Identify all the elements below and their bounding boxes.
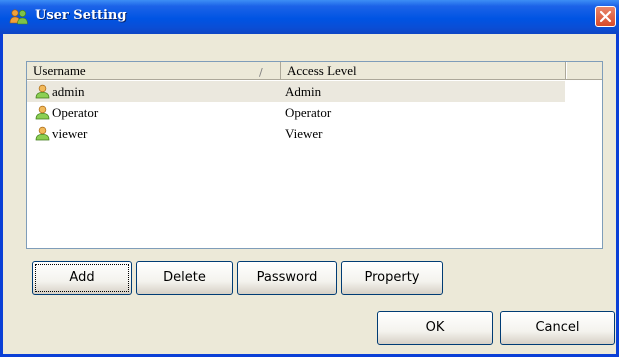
list-item[interactable]: admin Admin [27, 81, 565, 102]
username-cell: viewer [52, 126, 88, 141]
column-label: Access Level [287, 63, 357, 78]
access-level-cell: Viewer [285, 126, 323, 141]
access-level-cell: Operator [285, 105, 332, 120]
list-item[interactable]: Operator Operator [27, 102, 602, 123]
property-button-label: Property [364, 270, 420, 285]
username-cell: admin [52, 84, 85, 99]
users-icon [9, 9, 28, 25]
user-list[interactable]: Username / Access Level admin Admin Oper… [26, 61, 603, 249]
title-bar[interactable]: User Setting [0, 0, 619, 34]
user-setting-dialog: User Setting Username / Access Level adm… [0, 0, 619, 357]
window-title: User Setting [35, 8, 127, 23]
cancel-button-label: Cancel [535, 320, 580, 335]
close-icon [599, 10, 612, 23]
delete-button[interactable]: Delete [136, 261, 233, 295]
column-header-filler [566, 62, 602, 79]
username-cell: Operator [52, 105, 99, 120]
property-button[interactable]: Property [341, 261, 443, 295]
add-button[interactable]: Add [32, 261, 132, 295]
password-button[interactable]: Password [237, 261, 337, 295]
close-button[interactable] [595, 6, 616, 27]
list-header: Username / Access Level [27, 62, 602, 80]
ok-button[interactable]: OK [377, 311, 493, 345]
list-rows: admin Admin Operator Operator viewer Vie… [27, 81, 602, 144]
sort-indicator: / [259, 66, 263, 79]
access-level-cell: Admin [285, 84, 322, 99]
password-button-label: Password [256, 270, 318, 285]
column-header-username[interactable]: Username / [27, 62, 281, 79]
list-item[interactable]: viewer Viewer [27, 123, 602, 144]
user-icon [35, 126, 50, 141]
ok-button-label: OK [425, 320, 445, 335]
add-button-label: Add [69, 270, 95, 285]
column-header-access-level[interactable]: Access Level [281, 62, 566, 79]
delete-button-label: Delete [163, 270, 206, 285]
user-icon [35, 84, 50, 99]
cancel-button[interactable]: Cancel [500, 311, 615, 345]
column-label: Username [33, 63, 86, 78]
user-icon [35, 105, 50, 120]
